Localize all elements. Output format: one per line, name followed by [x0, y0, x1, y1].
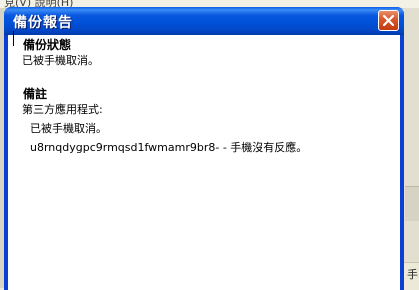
- backup-status-text: 已被手機取消。: [22, 54, 99, 67]
- notes-app-label: 第三方應用程式:: [22, 103, 103, 116]
- dialog-content-area: [8, 35, 400, 290]
- background-scroll-thumb: [405, 186, 419, 221]
- notes-heading: 備註: [23, 87, 48, 101]
- notes-app-detail: u8rnqdygpc9rmqsd1fwmamr9br8- - 手機沒有反應。: [30, 141, 308, 154]
- dialog-titlebar[interactable]: 備份報告: [4, 7, 404, 35]
- background-status-fragment: 手: [404, 262, 419, 289]
- close-button[interactable]: [378, 10, 399, 31]
- backup-status-heading: 備份狀態: [23, 38, 72, 52]
- close-icon: [382, 14, 395, 27]
- text-caret: [13, 31, 14, 46]
- background-right-panel: [404, 8, 419, 288]
- dialog-title: 備份報告: [13, 15, 73, 31]
- notes-app-status: 已被手機取消。: [30, 122, 107, 135]
